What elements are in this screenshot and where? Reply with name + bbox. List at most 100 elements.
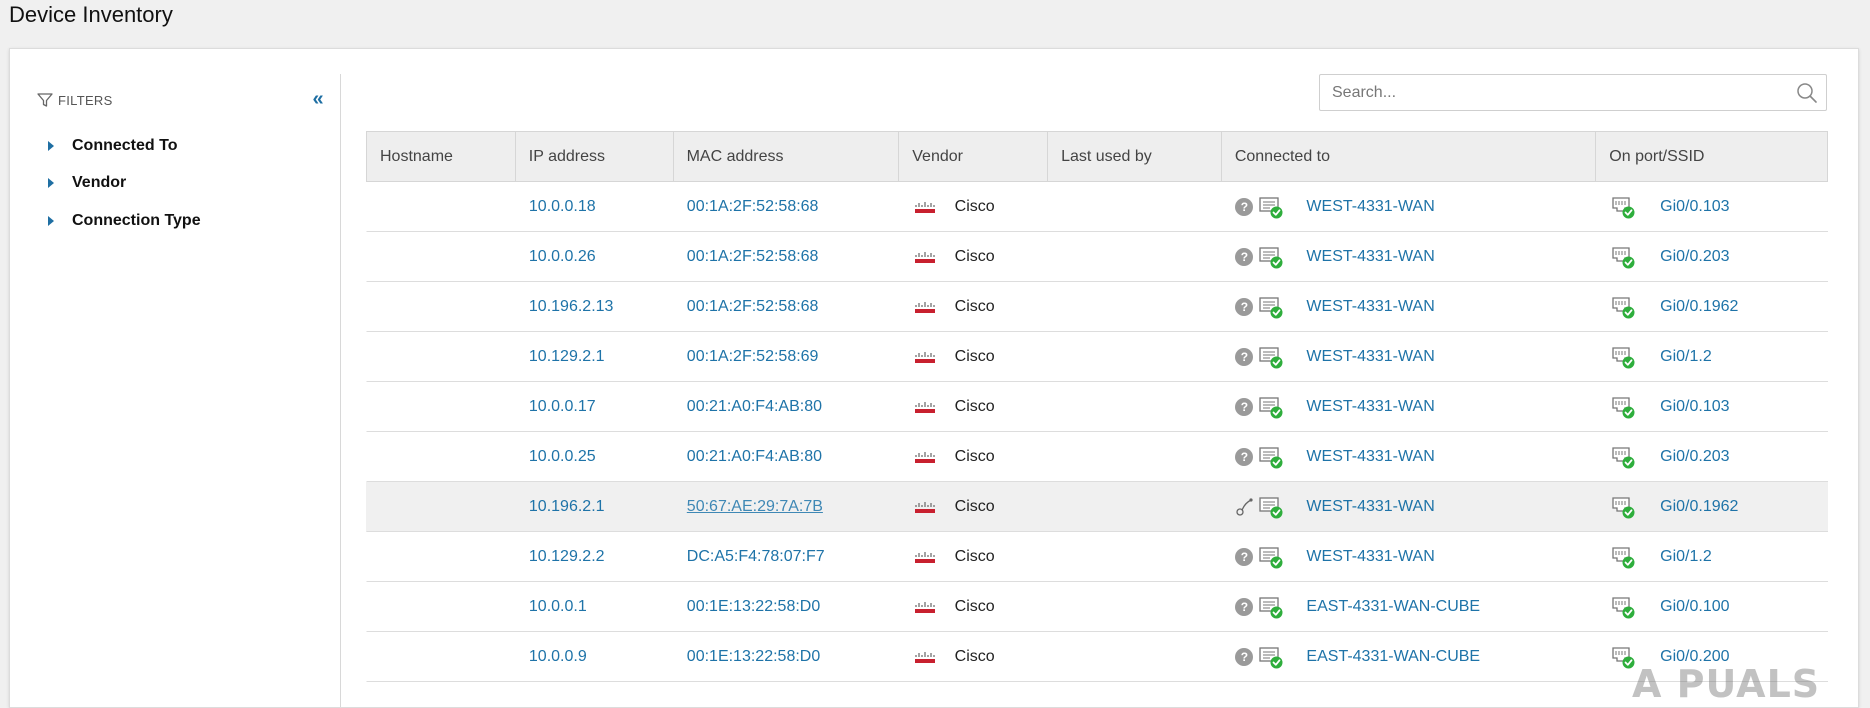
cell-mac-address: 00:1A:2F:52:58:68 <box>674 282 900 331</box>
connected-device-link[interactable]: WEST-4331-WAN <box>1306 248 1434 266</box>
table-row[interactable]: 10.196.2.13 00:1A:2F:52:58:68 Cisco ? WE… <box>366 282 1828 332</box>
search-input[interactable] <box>1320 75 1790 110</box>
table-row[interactable]: 10.0.0.17 00:21:A0:F4:AB:80 Cisco ? WEST… <box>366 382 1828 432</box>
cell-connected-to: ? EAST-4331-WAN-CUBE <box>1222 632 1597 681</box>
cell-on-port-ssid: Gi0/0.103 <box>1597 182 1828 231</box>
mac-address-link[interactable]: 50:67:AE:29:7A:7B <box>687 498 823 516</box>
cell-connected-to: WEST-4331-WAN <box>1222 482 1597 531</box>
table-row[interactable]: 10.0.0.9 00:1E:13:22:58:D0 Cisco ? EAST-… <box>366 632 1828 682</box>
mac-address-link[interactable]: 00:1A:2F:52:58:68 <box>687 248 819 266</box>
ip-address-link[interactable]: 10.129.2.1 <box>529 348 605 366</box>
vendor-name: Cisco <box>954 597 995 615</box>
port-link[interactable]: Gi0/0.203 <box>1660 448 1729 466</box>
filter-label: Vendor <box>72 174 127 191</box>
cisco-logo-icon <box>914 501 935 513</box>
mac-address-link[interactable]: 00:21:A0:F4:AB:80 <box>687 398 822 416</box>
connected-device-link[interactable]: WEST-4331-WAN <box>1306 548 1434 566</box>
search-icon[interactable] <box>1796 82 1818 104</box>
table-row[interactable]: 10.129.2.1 00:1A:2F:52:58:69 Cisco ? WES… <box>366 332 1828 382</box>
cell-vendor: Cisco <box>900 432 1049 481</box>
filter-vendor[interactable]: Vendor <box>48 171 126 195</box>
mac-address-link[interactable]: 00:21:A0:F4:AB:80 <box>687 448 822 466</box>
port-link[interactable]: Gi0/0.203 <box>1660 248 1729 266</box>
cell-hostname <box>367 282 516 331</box>
cisco-logo-icon <box>914 351 935 363</box>
collapse-filters-button[interactable]: « <box>306 88 330 112</box>
connected-device-link[interactable]: EAST-4331-WAN-CUBE <box>1306 598 1480 616</box>
cell-on-port-ssid: Gi0/0.203 <box>1597 232 1828 281</box>
table-row[interactable]: 10.0.0.26 00:1A:2F:52:58:68 Cisco ? WEST… <box>366 232 1828 282</box>
cell-ip-address: 10.196.2.1 <box>516 482 674 531</box>
port-link[interactable]: Gi0/1.2 <box>1660 348 1712 366</box>
filter-connected-to[interactable]: Connected To <box>48 134 177 158</box>
ip-address-link[interactable]: 10.196.2.13 <box>529 298 614 316</box>
table-row[interactable]: 10.196.2.1 50:67:AE:29:7A:7B Cisco WEST-… <box>366 482 1828 532</box>
ip-address-link[interactable]: 10.0.0.1 <box>529 598 587 616</box>
mac-address-link[interactable]: DC:A5:F4:78:07:F7 <box>687 548 825 566</box>
column-header-connected-to[interactable]: Connected to <box>1222 132 1597 181</box>
router-status-ok-icon <box>1259 196 1283 218</box>
port-link[interactable]: Gi0/0.100 <box>1660 598 1729 616</box>
cell-ip-address: 10.129.2.2 <box>516 532 674 581</box>
unknown-connection-icon: ? <box>1235 297 1254 316</box>
column-header-last-used-by[interactable]: Last used by <box>1048 132 1222 181</box>
cell-last-used-by <box>1049 532 1223 581</box>
cell-mac-address: 00:21:A0:F4:AB:80 <box>674 382 900 431</box>
connected-device-link[interactable]: EAST-4331-WAN-CUBE <box>1306 648 1480 666</box>
port-link[interactable]: Gi0/1.2 <box>1660 548 1712 566</box>
connected-device-link[interactable]: WEST-4331-WAN <box>1306 348 1434 366</box>
cell-vendor: Cisco <box>900 532 1049 581</box>
vendor-name: Cisco <box>954 547 995 565</box>
cell-connected-to: ? WEST-4331-WAN <box>1222 332 1597 381</box>
search-box <box>1319 74 1827 111</box>
table-row[interactable]: 10.129.2.2 DC:A5:F4:78:07:F7 Cisco ? WES… <box>366 532 1828 582</box>
cell-connected-to: ? WEST-4331-WAN <box>1222 532 1597 581</box>
mac-address-link[interactable]: 00:1A:2F:52:58:69 <box>687 348 819 366</box>
router-status-ok-icon <box>1259 546 1283 568</box>
column-header-vendor[interactable]: Vendor <box>899 132 1049 181</box>
mac-address-link[interactable]: 00:1E:13:22:58:D0 <box>687 648 820 666</box>
cisco-logo-icon <box>914 451 935 463</box>
port-link[interactable]: Gi0/0.1962 <box>1660 298 1738 316</box>
connected-device-link[interactable]: WEST-4331-WAN <box>1306 298 1434 316</box>
column-header-hostname[interactable]: Hostname <box>367 132 516 181</box>
ip-address-link[interactable]: 10.0.0.18 <box>529 198 596 216</box>
ip-address-link[interactable]: 10.196.2.1 <box>529 498 605 516</box>
column-header-on-port-ssid[interactable]: On port/SSID <box>1596 132 1827 181</box>
cell-hostname <box>367 632 516 681</box>
mac-address-link[interactable]: 00:1A:2F:52:58:68 <box>687 198 819 216</box>
connected-device-link[interactable]: WEST-4331-WAN <box>1306 498 1434 516</box>
port-link[interactable]: Gi0/0.103 <box>1660 198 1729 216</box>
cell-last-used-by <box>1049 282 1223 331</box>
cell-last-used-by <box>1049 632 1223 681</box>
port-link[interactable]: Gi0/0.103 <box>1660 398 1729 416</box>
column-header-mac-address[interactable]: MAC address <box>674 132 900 181</box>
cell-connected-to: ? WEST-4331-WAN <box>1222 182 1597 231</box>
router-status-ok-icon <box>1259 446 1283 468</box>
table-row[interactable]: 10.0.0.25 00:21:A0:F4:AB:80 Cisco ? WEST… <box>366 432 1828 482</box>
router-status-ok-icon <box>1259 646 1283 668</box>
connected-device-link[interactable]: WEST-4331-WAN <box>1306 448 1434 466</box>
port-link[interactable]: Gi0/0.1962 <box>1660 498 1738 516</box>
ip-address-link[interactable]: 10.0.0.25 <box>529 448 596 466</box>
ip-address-link[interactable]: 10.129.2.2 <box>529 548 605 566</box>
cell-vendor: Cisco <box>900 582 1049 631</box>
cell-on-port-ssid: Gi0/0.1962 <box>1597 282 1828 331</box>
cell-mac-address: 00:1E:13:22:58:D0 <box>674 632 900 681</box>
connected-device-link[interactable]: WEST-4331-WAN <box>1306 398 1434 416</box>
unknown-connection-icon: ? <box>1235 197 1254 216</box>
table-row[interactable]: 10.0.0.1 00:1E:13:22:58:D0 Cisco ? EAST-… <box>366 582 1828 632</box>
cell-on-port-ssid: Gi0/0.203 <box>1597 432 1828 481</box>
ip-address-link[interactable]: 10.0.0.17 <box>529 398 596 416</box>
mac-address-link[interactable]: 00:1A:2F:52:58:68 <box>687 298 819 316</box>
cell-ip-address: 10.0.0.26 <box>516 232 674 281</box>
table-row[interactable]: 10.0.0.18 00:1A:2F:52:58:68 Cisco ? WEST… <box>366 182 1828 232</box>
mac-address-link[interactable]: 00:1E:13:22:58:D0 <box>687 598 820 616</box>
ip-address-link[interactable]: 10.0.0.9 <box>529 648 587 666</box>
connected-device-link[interactable]: WEST-4331-WAN <box>1306 198 1434 216</box>
column-header-ip-address[interactable]: IP address <box>516 132 674 181</box>
vendor-name: Cisco <box>954 397 995 415</box>
ip-address-link[interactable]: 10.0.0.26 <box>529 248 596 266</box>
filter-connection-type[interactable]: Connection Type <box>48 209 201 233</box>
cell-vendor: Cisco <box>900 482 1049 531</box>
